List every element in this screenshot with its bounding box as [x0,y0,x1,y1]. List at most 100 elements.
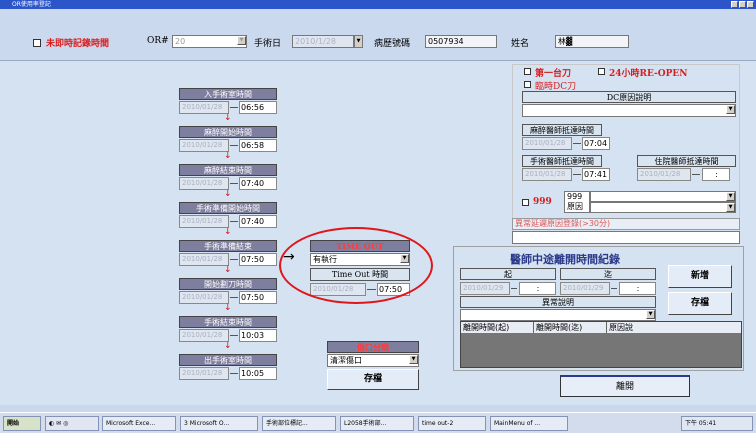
checkbox-icon [598,68,605,75]
checkbox-icon [522,199,529,206]
dc-reason-header: DC原因說明 [522,91,736,103]
surgeon-arrive-date[interactable]: 2010/01/28 [522,168,572,181]
timeline-step-time[interactable]: 10:05 [239,367,277,380]
first-case-label: 第一台刀 [535,69,572,79]
taskbar-item-label: MainMenu of ... [494,420,541,427]
temp-dc-checkbox[interactable] [524,80,531,90]
close-button[interactable] [747,1,754,8]
surgeon-arrive-time[interactable]: 07:41 [582,168,610,181]
chevron-down-icon: ▼ [726,203,735,212]
col-leave-start: 離開時間(起) [461,322,534,333]
wound-select-value: 清潔傷口 [330,356,362,365]
arrow-down-icon: ↓ [224,341,232,351]
add-button[interactable]: 新增 [668,265,732,288]
chevron-down-icon: ▼ [237,36,246,45]
code999-checkbox[interactable] [522,198,529,208]
date-picker-icon[interactable]: ▼ [354,35,363,48]
code999-number: 999 [567,192,583,201]
wound-save-button[interactable]: 存檔 [327,369,419,390]
timeline-step-time[interactable]: 06:56 [239,101,277,114]
abnormal-desc-select[interactable]: ▼ [460,309,656,321]
anesth-arrive-time[interactable]: 07:04 [582,137,610,150]
exit-button[interactable]: 離開 [560,375,690,397]
taskbar-item[interactable]: time out-2 [418,416,486,431]
window-title: OR使用率登記 [12,1,51,8]
col-leave-end: 離開時間(迄) [534,322,607,333]
timeline-step-date[interactable]: 2010/01/28 [179,367,229,380]
leave-start-date[interactable]: 2010/01/29 [460,282,510,295]
reopen-label: 24小時RE-OPEN [609,69,688,79]
dash [511,288,517,289]
realtime-checkbox[interactable] [33,38,41,48]
timeline-step-time[interactable]: 07:40 [239,177,277,190]
taskbar-item-label: 手術部位標記... [266,420,308,427]
taskbar-item-label: time out-2 [422,420,454,427]
timeline-step-date[interactable]: 2010/01/28 [179,215,229,228]
arrow-down-icon: ↓ [224,265,232,275]
clock: 下午 05:41 [685,420,717,427]
surgery-date-label: 手術日 [254,39,282,49]
timeline-step-date[interactable]: 2010/01/28 [179,291,229,304]
code999-select-1[interactable]: ▼ [590,191,736,202]
checkbox-icon [524,81,531,88]
name-field[interactable]: 林▓ [555,35,629,48]
timeline-step-label: 入手術室時間 [179,88,277,100]
taskbar-item-label: Microsoft Exce... [106,420,156,427]
wound-select[interactable]: 清潔傷口 ▼ [327,354,419,367]
first-case-checkbox[interactable] [524,67,531,77]
resident-arrive-date[interactable]: 2010/01/28 [637,168,691,181]
abnormal-reason-label: 異常延遲原因登錄(>30分) [512,218,740,230]
timeline-step-date[interactable]: 2010/01/28 [179,253,229,266]
code999-label: 999 [533,197,552,207]
window-title-bar: OR使用率登記 [0,0,756,9]
resident-arrive-time[interactable]: : [702,168,730,181]
leave-end-date[interactable]: 2010/01/29 [560,282,610,295]
or-value: 20 [175,37,186,46]
checkbox-checked-icon [524,68,531,75]
abnormal-reason-field[interactable] [512,231,740,244]
leave-end-time[interactable]: : [619,282,656,295]
timeline-step-time[interactable]: 07:50 [239,291,277,304]
leave-start-label: 起 [460,268,556,280]
chart-no-field[interactable]: 0507934 [425,35,497,48]
taskbar-item[interactable]: 3 Microsoft O... [180,416,258,431]
taskbar: 開始 ◐ ✉ ◎ Microsoft Exce... 3 Microsoft O.… [0,412,756,433]
timeline-step-time[interactable]: 10:03 [239,329,277,342]
leave-title: 醫師中途離開時間紀錄 [510,253,620,266]
dash [230,145,238,146]
system-tray: 下午 05:41 [681,416,753,431]
taskbar-item[interactable]: L2058手術部... [340,416,414,431]
leave-start-time[interactable]: : [519,282,556,295]
reopen-checkbox[interactable] [598,67,605,77]
timeline-step-label: 麻醉開始時間 [179,126,277,138]
dash [692,174,700,175]
timeline-step-time[interactable]: 07:50 [239,253,277,266]
leave-save-button[interactable]: 存檔 [668,292,732,315]
taskbar-item[interactable]: 手術部位標記... [262,416,336,431]
anesth-arrive-date[interactable]: 2010/01/28 [522,137,572,150]
minimize-button[interactable] [731,1,738,8]
start-button[interactable]: 開始 [3,416,41,431]
code999-reason: 原因 [567,202,583,211]
timeline-step-time[interactable]: 07:40 [239,215,277,228]
code999-box[interactable]: 999 原因 [564,191,590,213]
taskbar-item[interactable]: Microsoft Exce... [102,416,176,431]
quick-launch[interactable]: ◐ ✉ ◎ [45,416,99,431]
timeline-step-time[interactable]: 06:58 [239,139,277,152]
or-select[interactable]: 20 ▼ [172,35,247,48]
timeline-step-date[interactable]: 2010/01/28 [179,139,229,152]
timeline-step-date[interactable]: 2010/01/28 [179,177,229,190]
timeline-step-label: 麻醉結束時間 [179,164,277,176]
timeline-step-label: 出手術室時間 [179,354,277,366]
dash [230,297,238,298]
timeline-step-date[interactable]: 2010/01/28 [179,329,229,342]
code999-select-2[interactable]: ▼ [590,202,736,213]
taskbar-item[interactable]: MainMenu of ... [490,416,568,431]
dc-reason-select[interactable]: ▼ [522,104,736,117]
maximize-button[interactable] [739,1,746,8]
arrow-down-icon: ↓ [224,113,232,123]
timeline-step-date[interactable]: 2010/01/28 [179,101,229,114]
surgery-date-field[interactable]: 2010/1/28 [292,35,354,48]
dash [611,288,617,289]
chevron-down-icon: ▼ [726,192,735,201]
